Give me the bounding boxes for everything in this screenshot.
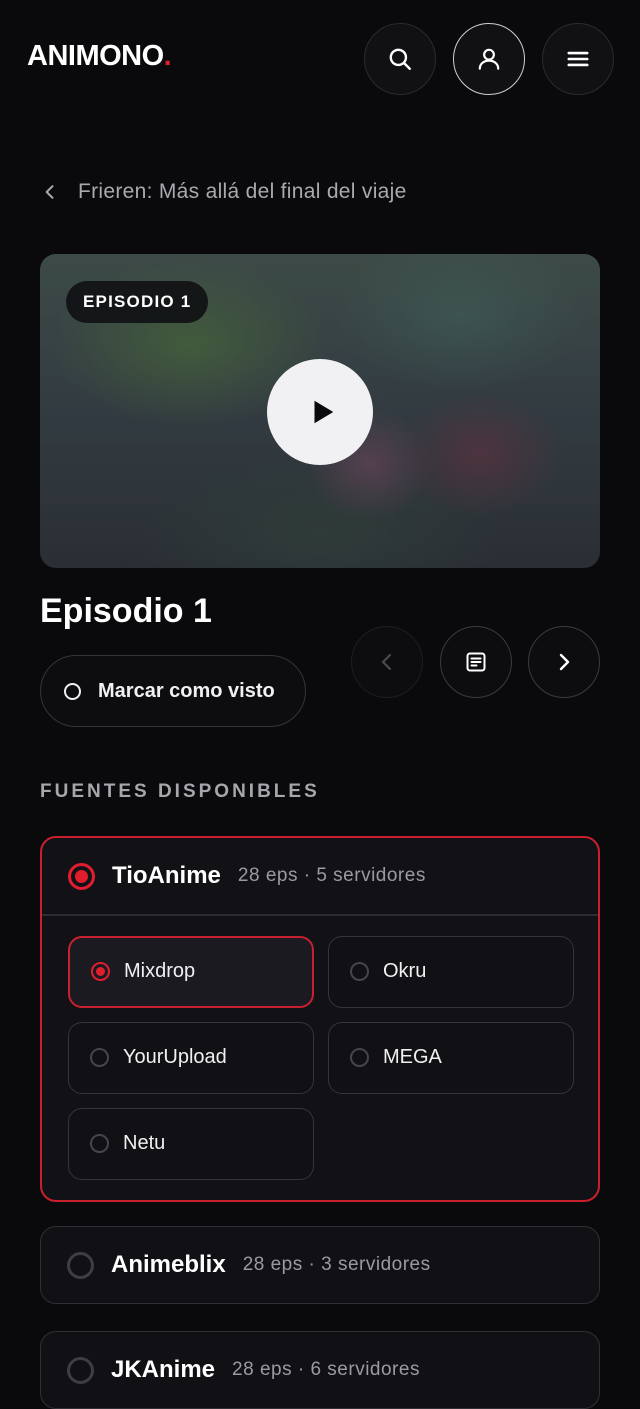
- server-option-okru[interactable]: Okru: [328, 935, 574, 1008]
- menu-button[interactable]: [542, 23, 614, 95]
- logo-dot: .: [163, 40, 172, 72]
- source-header[interactable]: Animeblix 28 eps · 3 servidores: [41, 1227, 599, 1303]
- source-card-animeblix[interactable]: Animeblix 28 eps · 3 servidores: [40, 1226, 600, 1304]
- source-header[interactable]: JKAnime 28 eps · 6 servidores: [41, 1332, 599, 1408]
- server-option-yourupload[interactable]: YourUpload: [68, 1021, 314, 1094]
- back-link[interactable]: Frieren: Más allá del final del viaje: [40, 176, 407, 208]
- episode-badge: EPISODIO 1: [66, 281, 209, 323]
- source-meta: 28 eps · 3 servidores: [242, 1254, 431, 1275]
- logo[interactable]: ANIMONO.: [27, 40, 172, 73]
- chevron-right-icon: [559, 653, 570, 671]
- server-option-mega[interactable]: MEGA: [328, 1021, 574, 1094]
- search-icon: [389, 48, 411, 70]
- source-header[interactable]: TioAnime 28 eps · 5 servidores: [42, 838, 598, 914]
- radio-icon: [350, 962, 369, 981]
- source-name: Animeblix: [111, 1251, 226, 1278]
- mark-watched-label: Marcar como visto: [98, 679, 275, 702]
- server-label: Okru: [383, 960, 427, 982]
- user-icon: [478, 48, 500, 70]
- server-label: MEGA: [383, 1046, 442, 1068]
- radio-icon: [67, 1356, 94, 1384]
- sources-heading: FUENTES DISPONIBLES: [40, 781, 320, 802]
- play-icon: [314, 400, 334, 424]
- anime-title: Frieren: Más allá del final del viaje: [78, 180, 407, 203]
- radio-selected-icon: [68, 862, 95, 890]
- top-header: ANIMONO.: [0, 0, 640, 118]
- prev-episode-button[interactable]: [351, 626, 423, 698]
- server-label: YourUpload: [123, 1046, 227, 1068]
- account-button[interactable]: [453, 23, 525, 95]
- source-name: TioAnime: [112, 862, 221, 889]
- logo-text: ANIMONO: [27, 40, 164, 72]
- server-option-netu[interactable]: Netu: [68, 1107, 314, 1180]
- mark-watched-button[interactable]: Marcar como visto: [40, 655, 306, 727]
- source-name: JKAnime: [111, 1356, 216, 1383]
- search-button[interactable]: [364, 23, 436, 95]
- chevron-left-icon: [381, 653, 392, 671]
- source-meta: 28 eps · 5 servidores: [237, 865, 426, 886]
- source-meta: 28 eps · 6 servidores: [232, 1359, 420, 1380]
- chevron-left-icon: [45, 185, 54, 199]
- radio-icon: [350, 1048, 369, 1067]
- episode-list-button[interactable]: [440, 626, 512, 698]
- server-label: Netu: [123, 1132, 166, 1154]
- video-player[interactable]: EPISODIO 1: [40, 254, 600, 568]
- source-card-jkanime[interactable]: JKAnime 28 eps · 6 servidores: [40, 1331, 600, 1409]
- next-episode-button[interactable]: [528, 626, 600, 698]
- server-label: Mixdrop: [124, 960, 196, 982]
- play-button[interactable]: [267, 359, 373, 465]
- radio-selected-icon: [91, 962, 110, 981]
- episode-list-icon: [466, 652, 486, 672]
- radio-icon: [67, 1251, 94, 1279]
- radio-icon: [90, 1134, 109, 1153]
- episode-title: Episodio 1: [40, 592, 212, 630]
- radio-icon: [90, 1048, 109, 1067]
- circle-icon: [64, 682, 81, 700]
- server-option-mixdrop[interactable]: Mixdrop: [68, 935, 314, 1008]
- source-card-tioanime: TioAnime 28 eps · 5 servidores Mixdrop O…: [40, 836, 600, 1202]
- menu-icon: [567, 51, 589, 67]
- server-grid: Mixdrop Okru YourUpload MEGA Netu: [42, 916, 598, 1200]
